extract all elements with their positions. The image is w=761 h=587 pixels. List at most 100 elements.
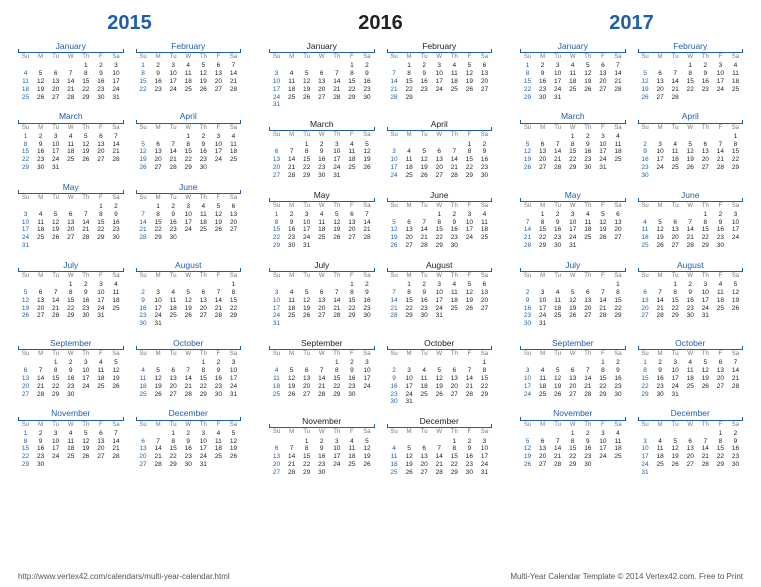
day-headers: SuMTuWThFSa [18, 54, 124, 61]
week-row: 567891011 [387, 219, 493, 227]
week-row: 12345 [638, 281, 744, 289]
month-name: August [638, 260, 744, 272]
footer: http://www.vertex42.com/calendars/multi-… [18, 572, 743, 581]
month-name: July [269, 260, 375, 272]
month-name: April [136, 111, 242, 123]
week-row: 9101112131415 [387, 375, 493, 383]
month: FebruarySuMTuWThFSa 12345678910111213141… [638, 41, 744, 101]
week-row: 1234567 [136, 62, 242, 70]
week-row: 20212223242526 [136, 453, 242, 461]
week-row: 3031 [520, 320, 626, 328]
month-name: March [269, 119, 375, 131]
month: JanuarySuMTuWThFSa1234567891011121314151… [520, 41, 626, 101]
month-name: March [520, 111, 626, 123]
week-row: 23242526272829 [520, 312, 626, 320]
week-row: 891011121314 [18, 438, 124, 446]
day-headers: SuMTuWThFSa [18, 422, 124, 429]
week-row: 16171819202122 [387, 383, 493, 391]
week-row: 15161718192021 [520, 78, 626, 86]
week-row: 22232425262728 [269, 234, 375, 242]
week-row: 10111213141516 [387, 156, 493, 164]
week-row: 293031 [638, 391, 744, 399]
day-headers: SuMTuWThFSa [638, 125, 744, 132]
month: JuneSuMTuWThFSa 123456789101112131415161… [136, 182, 242, 250]
week-row: 282930 [136, 234, 242, 242]
day-headers: SuMTuWThFSa [638, 203, 744, 210]
week-row: 18192021222324 [269, 383, 375, 391]
month-name: January [18, 41, 124, 53]
day-headers: SuMTuWThFSa [520, 422, 626, 429]
day-headers: SuMTuWThFSa [18, 125, 124, 132]
week-row: 24252627282930 [269, 312, 375, 320]
week-row: 25262728293031 [18, 94, 124, 102]
week-row: 10111213141516 [18, 219, 124, 227]
day-headers: SuMTuWThFSa [18, 351, 124, 358]
footer-url: http://www.vertex42.com/calendars/multi-… [18, 572, 230, 581]
week-row: 567891011 [136, 141, 242, 149]
week-row: 23242526272829 [638, 164, 744, 172]
week-row: 22232425262728 [638, 383, 744, 391]
week-row: 18192021222324 [136, 383, 242, 391]
week-row: 6789101112 [638, 289, 744, 297]
month: DecemberSuMTuWThFSa 12345678910111213141… [136, 408, 242, 468]
week-row: 28293031 [387, 312, 493, 320]
day-headers: SuMTuWThFSa [387, 54, 493, 61]
day-headers: SuMTuWThFSa [387, 429, 493, 436]
month: MarchSuMTuWThFSa 12345678910111213141516… [269, 119, 375, 179]
week-row: 3031 [387, 398, 493, 406]
week-row: 31 [269, 320, 375, 328]
week-row: 3456789 [520, 367, 626, 375]
month: JulySuMTuWThFSa 123456789101112131415161… [520, 260, 626, 328]
week-row: 19202122232425 [387, 234, 493, 242]
week-row: 15161718192021 [18, 148, 124, 156]
month-name: November [18, 408, 124, 420]
month-name: June [387, 190, 493, 202]
day-headers: SuMTuWThFSa [269, 429, 375, 436]
footer-copyright: Multi-Year Calendar Template © 2014 Vert… [510, 572, 743, 581]
week-row: 22232425262728 [520, 86, 626, 94]
week-row: 12131415161718 [387, 226, 493, 234]
week-row: 31 [269, 101, 375, 109]
month-name: October [136, 338, 242, 350]
week-row: 13141516171819 [269, 453, 375, 461]
day-headers: SuMTuWThFSa [520, 203, 626, 210]
week-row: 3456789 [638, 438, 744, 446]
week-row: 20212223242526 [18, 383, 124, 391]
week-row: 78910111213 [136, 211, 242, 219]
month: OctoberSuMTuWThFSa 123456789101112131415… [136, 338, 242, 398]
week-row: 123456 [387, 62, 493, 70]
week-row: 891011121314 [638, 367, 744, 375]
day-headers: SuMTuWThFSa [520, 273, 626, 280]
week-row: 567891011 [520, 438, 626, 446]
week-row: 1234567 [520, 62, 626, 70]
week-row: 24252627282930 [269, 94, 375, 102]
week-row: 2728293031 [638, 312, 744, 320]
month-name: November [269, 416, 375, 428]
week-row: 10111213141516 [269, 297, 375, 305]
week-row: 17181920212223 [18, 226, 124, 234]
week-row: 22232425262728 [18, 453, 124, 461]
month-name: November [520, 408, 626, 420]
month: MaySuMTuWThFSa 1234567891011121314151617… [520, 190, 626, 250]
week-row: 1234567 [18, 133, 124, 141]
week-row: 2829 [387, 94, 493, 102]
week-row: 123 [136, 359, 242, 367]
week-row: 21222324252627 [136, 226, 242, 234]
week-row: 1 [638, 133, 744, 141]
month-name: August [387, 260, 493, 272]
week-row: 12131415161718 [520, 445, 626, 453]
month: OctoberSuMTuWThFSa 123456789101112131415… [387, 338, 493, 406]
day-headers: SuMTuWThFSa [136, 273, 242, 280]
week-row: 20212223242526 [269, 164, 375, 172]
month: JanuarySuMTuWThFSa 123456789101112131415… [269, 41, 375, 109]
week-row: 13141516171819 [638, 297, 744, 305]
week-row: 3456789 [387, 148, 493, 156]
week-row: 1234 [638, 62, 744, 70]
day-headers: SuMTuWThFSa [136, 125, 242, 132]
month-name: April [638, 111, 744, 123]
week-row: 891011121314 [136, 70, 242, 78]
day-headers: SuMTuWThFSa [269, 203, 375, 210]
month: DecemberSuMTuWThFSa 12345678910111213141… [387, 416, 493, 476]
week-row: 262728 [638, 94, 744, 102]
month-name: June [638, 190, 744, 202]
